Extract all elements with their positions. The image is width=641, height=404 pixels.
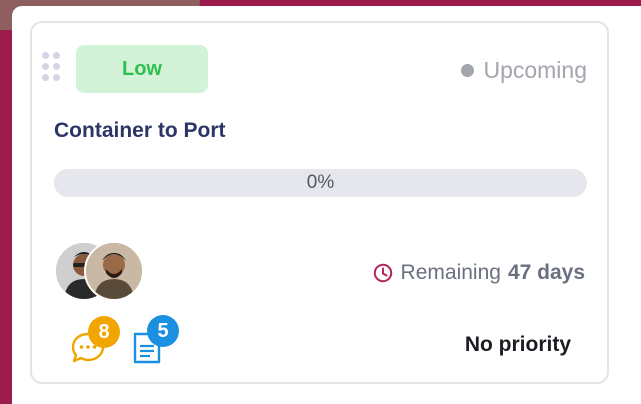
task-card[interactable]: Low Upcoming Container to Port 0% Remain…: [30, 21, 609, 384]
documents-button[interactable]: 5: [132, 315, 184, 364]
status-indicator: Upcoming: [461, 57, 587, 84]
drag-handle-icon[interactable]: [42, 52, 60, 82]
status-label: Upcoming: [483, 57, 587, 83]
task-title[interactable]: Container to Port: [54, 119, 226, 143]
assignee-avatars[interactable]: [54, 241, 149, 305]
priority-text: No priority: [464, 333, 571, 356]
status-dot-icon: [461, 64, 475, 77]
comments-count-badge: 8: [88, 316, 120, 348]
remaining-time: Remaining 47 days: [373, 261, 585, 285]
clock-icon: [373, 263, 392, 283]
remaining-days: 47 days: [507, 261, 585, 284]
priority-badge: Low: [76, 45, 208, 93]
remaining-label: Remaining: [400, 261, 501, 284]
progress-label: 0%: [306, 172, 335, 193]
avatar[interactable]: [84, 241, 144, 301]
comments-button[interactable]: 8: [70, 316, 122, 363]
progress-bar: 0%: [54, 169, 587, 197]
documents-count-badge: 5: [147, 315, 179, 347]
